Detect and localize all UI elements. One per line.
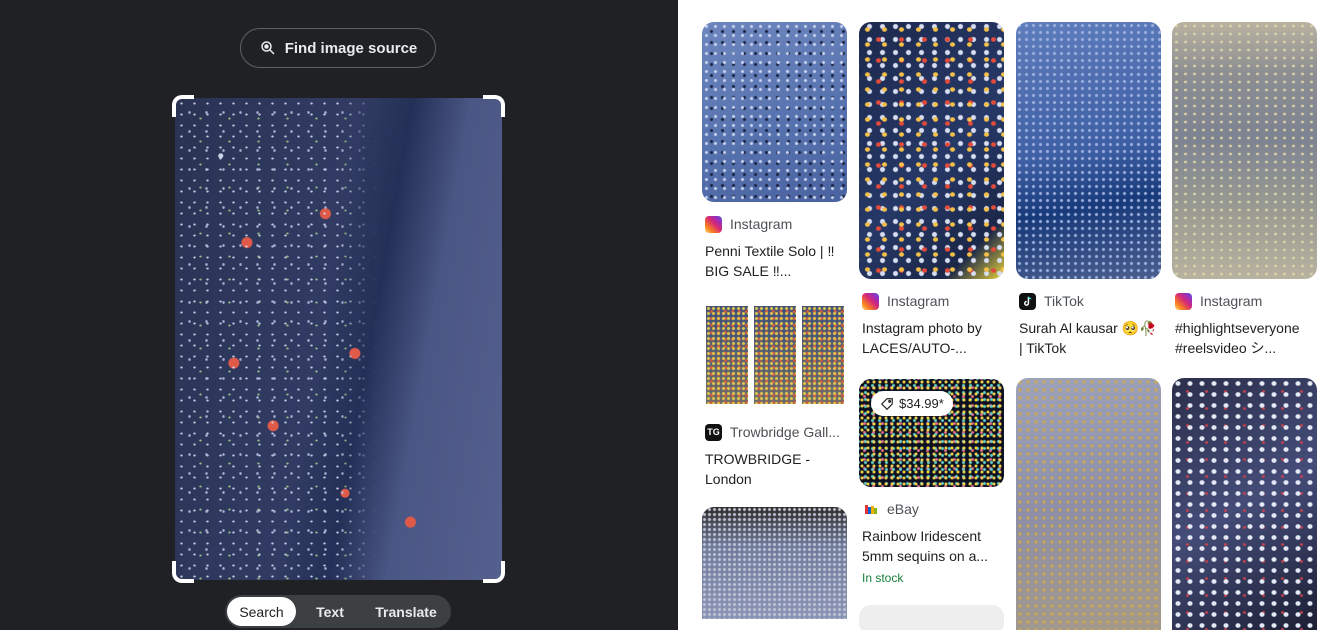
result-card[interactable] <box>702 507 847 619</box>
tiktok-icon <box>1019 292 1036 310</box>
result-source: TikTok <box>1016 292 1161 310</box>
thumbnail-panel <box>705 306 748 404</box>
result-thumbnail[interactable] <box>859 22 1004 279</box>
crop-handle-bottom-left[interactable] <box>172 561 194 583</box>
find-image-source-label: Find image source <box>284 39 418 57</box>
crop-selection[interactable] <box>172 95 505 583</box>
result-card[interactable]: $34.99* eBay Rainbow Iridescent 5mm sequ… <box>859 379 1004 585</box>
result-card[interactable]: Instagram #highlightseveryone #reelsvide… <box>1172 22 1317 358</box>
crop-handle-bottom-right[interactable] <box>483 561 505 583</box>
result-card[interactable]: TG Trowbridge Gall... TROWBRIDGE - Londo… <box>702 300 847 489</box>
result-thumbnail[interactable] <box>702 300 847 410</box>
price-tag-icon <box>880 397 893 410</box>
source-name: eBay <box>887 501 919 517</box>
result-thumbnail[interactable] <box>1172 378 1317 630</box>
result-card[interactable] <box>1016 378 1161 630</box>
result-card[interactable]: Instagram Penni Textile Solo | ‼ BIG SAL… <box>702 22 847 281</box>
tab-search[interactable]: Search <box>227 597 296 626</box>
result-thumbnail[interactable] <box>1016 378 1161 630</box>
query-image <box>175 98 502 580</box>
result-source: eBay <box>859 500 1004 518</box>
query-image-panel: Find image source Search Text Translate <box>0 0 678 630</box>
result-source: Instagram <box>1172 292 1317 310</box>
tab-text[interactable]: Text <box>296 597 364 626</box>
result-title[interactable]: Instagram photo by LACES/AUTO-... <box>859 318 1004 358</box>
result-thumbnail[interactable]: $34.99* <box>859 379 1004 487</box>
price-label: $34.99* <box>899 396 944 411</box>
result-thumbnail[interactable] <box>1016 22 1161 279</box>
result-source: Instagram <box>859 292 1004 310</box>
query-image-texture <box>175 98 502 580</box>
price-badge: $34.99* <box>871 391 953 416</box>
visual-matches: Instagram Penni Textile Solo | ‼ BIG SAL… <box>678 0 1340 630</box>
source-name: TikTok <box>1044 293 1084 309</box>
result-title[interactable]: #highlightseveryone #reelsvideo シ... <box>1172 318 1317 358</box>
result-thumbnail[interactable] <box>1172 22 1317 279</box>
result-source: Instagram <box>702 215 847 233</box>
thumbnail-panel <box>801 306 844 404</box>
result-thumbnail[interactable] <box>702 507 847 619</box>
source-name: Trowbridge Gall... <box>730 424 840 440</box>
result-title[interactable]: Rainbow Iridescent 5mm sequins on a... <box>859 526 1004 566</box>
result-card[interactable] <box>1172 378 1317 630</box>
tg-icon: TG <box>705 423 722 441</box>
find-image-source-button[interactable]: Find image source <box>240 28 436 68</box>
result-thumbnail[interactable] <box>859 605 1004 630</box>
image-search-icon <box>260 41 275 55</box>
ebay-icon <box>862 501 879 518</box>
source-name: Instagram <box>1200 293 1263 309</box>
instagram-icon <box>862 292 879 310</box>
result-source: TG Trowbridge Gall... <box>702 423 847 441</box>
tab-translate[interactable]: Translate <box>364 597 448 626</box>
result-card[interactable] <box>859 605 1004 630</box>
result-title[interactable]: Surah Al kausar 🥺🥀 | TikTok <box>1016 318 1161 358</box>
instagram-icon <box>705 215 722 233</box>
result-card[interactable]: Instagram Instagram photo by LACES/AUTO-… <box>859 22 1004 358</box>
crop-handle-top-left[interactable] <box>172 95 194 117</box>
crop-handle-top-right[interactable] <box>483 95 505 117</box>
source-name: Instagram <box>730 216 793 232</box>
source-name: Instagram <box>887 293 950 309</box>
instagram-icon <box>1175 292 1192 310</box>
lens-mode-tabs: Search Text Translate <box>225 595 451 628</box>
result-card[interactable]: TikTok Surah Al kausar 🥺🥀 | TikTok <box>1016 22 1161 358</box>
result-title[interactable]: Penni Textile Solo | ‼ BIG SALE ‼... <box>702 241 847 281</box>
thumbnail-panel <box>753 306 796 404</box>
result-title[interactable]: TROWBRIDGE - London <box>702 449 847 489</box>
stock-status: In stock <box>862 571 904 585</box>
result-thumbnail[interactable] <box>702 22 847 202</box>
